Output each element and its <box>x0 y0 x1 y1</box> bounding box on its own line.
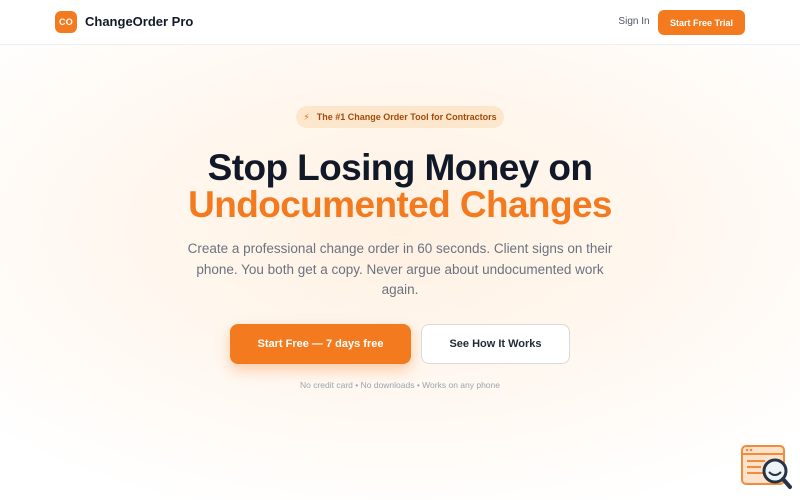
hero-subtext: Create a professional change order in 60… <box>187 241 613 297</box>
badge-text: The #1 Change Order Tool for Contractors <box>316 112 497 122</box>
search-document-icon[interactable] <box>741 445 793 490</box>
start-free-trial-button[interactable]: Start Free Trial <box>658 10 745 35</box>
logo-mark[interactable]: CO <box>55 11 77 33</box>
hero-badge: ⚡ The #1 Change Order Tool for Contracto… <box>296 106 504 128</box>
sign-in-link[interactable]: Sign In <box>612 15 656 29</box>
hero-footnote: No credit card • No downloads • Works on… <box>300 380 500 390</box>
landing-page: CO ChangeOrder Pro Sign In Start Free Tr… <box>0 0 800 500</box>
lightning-icon: ⚡ <box>303 112 310 122</box>
top-nav: CO ChangeOrder Pro Sign In Start Free Tr… <box>0 0 800 45</box>
start-free-button[interactable]: Start Free — 7 days free <box>230 324 411 364</box>
hero-headline-line-2: Undocumented Changes <box>188 184 612 225</box>
brand-name[interactable]: ChangeOrder Pro <box>85 14 193 30</box>
see-how-it-works-button[interactable]: See How It Works <box>421 324 570 364</box>
hero-headline-line-1: Stop Losing Money on <box>207 147 593 188</box>
